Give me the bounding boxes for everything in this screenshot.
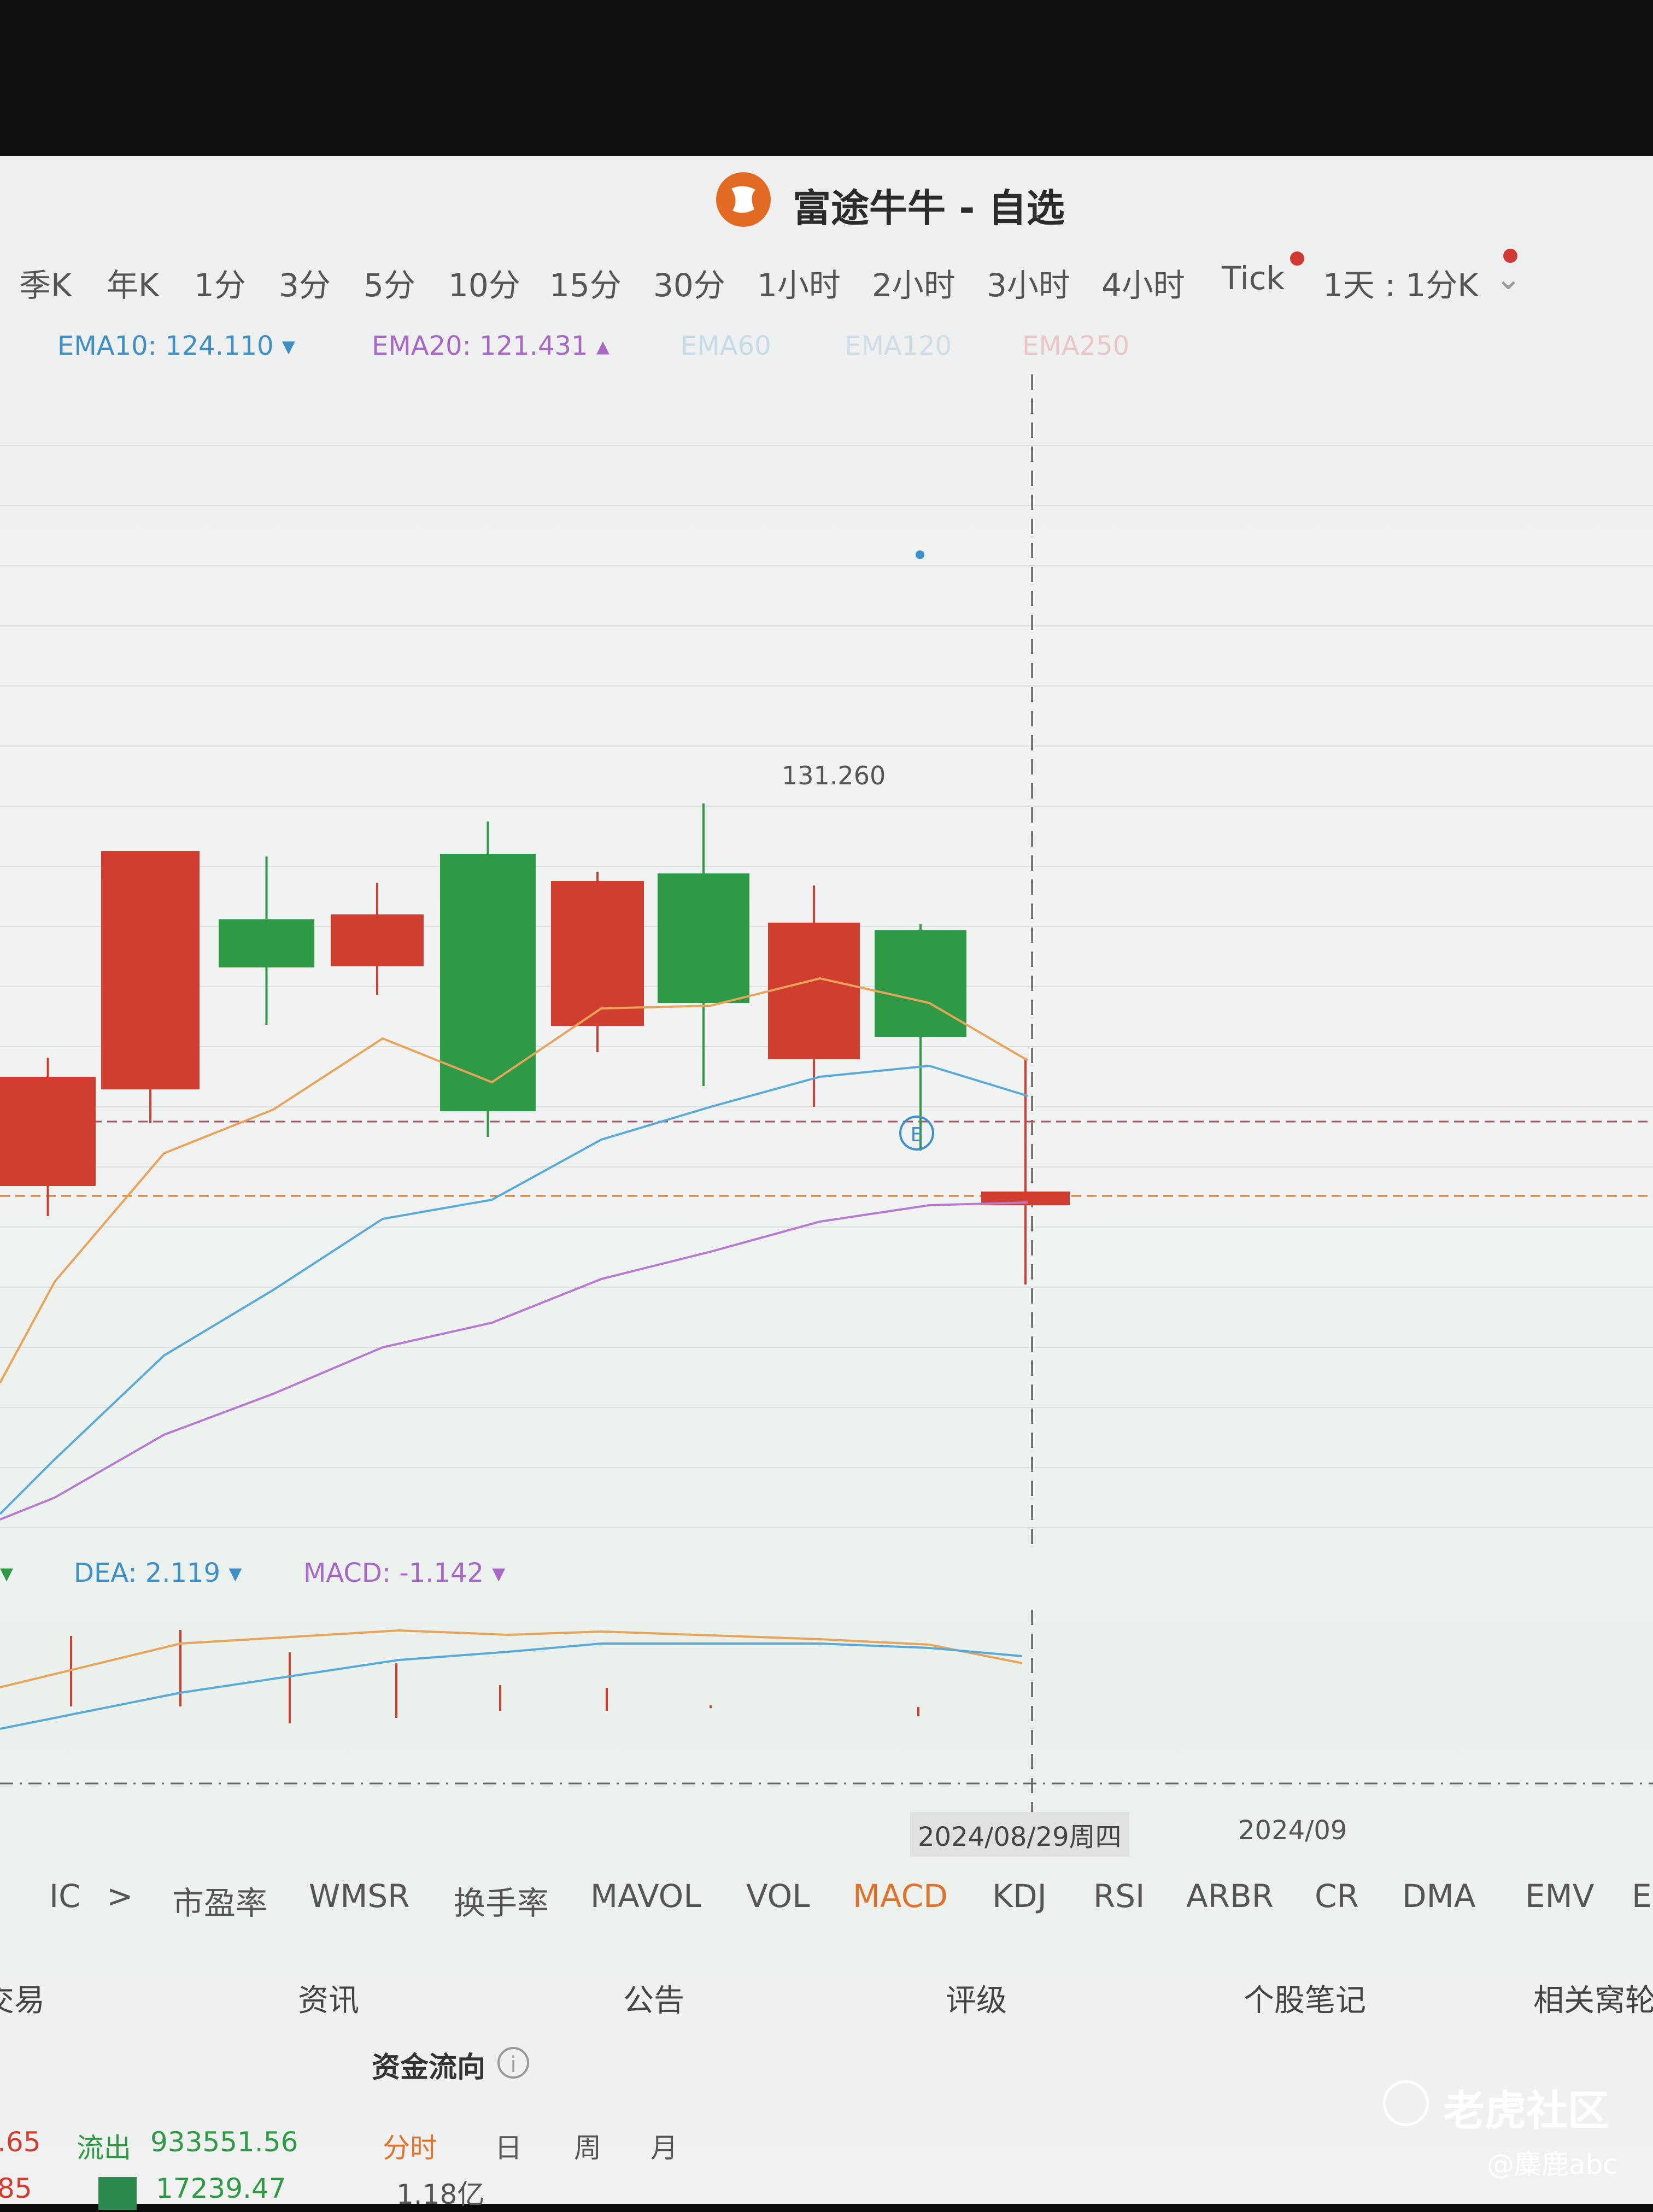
flow-tab-month[interactable]: 月 <box>650 2126 678 2166</box>
ema60-label[interactable]: EMA60 <box>681 331 771 361</box>
ema120-label[interactable]: EMA120 <box>845 331 952 361</box>
flow-tab-intraday[interactable]: 分时 <box>383 2126 437 2166</box>
period-1min[interactable]: 1分 <box>194 260 246 306</box>
tick-notification-dot <box>1290 251 1304 266</box>
candle-body <box>551 881 644 1026</box>
inflow-value-partial: .65 <box>0 2126 41 2158</box>
event-marker-label: E <box>911 1124 923 1146</box>
tab-arbr[interactable]: ARBR <box>1186 1877 1274 1915</box>
indicator-tabs: IC > 市盈率 WMSR 换手率 MAVOL VOL MACD KDJ RSI… <box>0 1877 1653 1927</box>
capital-flow-title: 资金流向 <box>372 2051 486 2084</box>
candle-body <box>658 873 749 1003</box>
macd-chart[interactable] <box>0 1610 1653 1812</box>
dif-line <box>0 1629 1023 1688</box>
tab-mavol[interactable]: MAVOL <box>590 1877 701 1915</box>
period-3min[interactable]: 3分 <box>279 260 331 306</box>
axis-month-label: 2024/09 <box>1238 1815 1347 1846</box>
tab-news[interactable]: 资讯 <box>298 1976 359 2020</box>
tab-turnover[interactable]: 换手率 <box>454 1877 549 1923</box>
window-title: 富途牛牛 - 自选 <box>793 186 1065 231</box>
info-icon[interactable]: i <box>497 2047 529 2079</box>
tab-kdj[interactable]: KDJ <box>992 1877 1047 1915</box>
period-10min[interactable]: 10分 <box>448 260 520 306</box>
period-15min[interactable]: 15分 <box>549 260 622 306</box>
tab-ratings[interactable]: 评级 <box>946 1976 1007 2020</box>
tab-cr[interactable]: CR <box>1315 1877 1359 1915</box>
monitor-bezel <box>0 0 1653 159</box>
tab-ic[interactable]: IC <box>49 1877 81 1915</box>
app-window: 富途牛牛 - 自选 季K 年K 1分 3分 5分 10分 15分 30分 1小时… <box>0 156 1653 2210</box>
period-tick[interactable]: Tick <box>1222 260 1285 297</box>
row2-amount: 1.18亿 <box>396 2179 485 2210</box>
flow-tab-day[interactable]: 日 <box>495 2126 522 2166</box>
macd-legend: ▾ DEA: 2.119 ▾ MACD: -1.142 ▾ <box>0 1558 1653 1601</box>
ema-legend: EMA10: 124.110 ▾ EMA20: 121.431 ▴ EMA60 … <box>0 331 1653 374</box>
period-1hour[interactable]: 1小时 <box>757 260 841 306</box>
flow-tab-week[interactable]: 周 <box>574 2126 601 2166</box>
period-quarter-k[interactable]: 季K <box>19 260 72 306</box>
crosshair-date-label: 2024/08/29周四 <box>910 1812 1129 1857</box>
chevron-down-icon[interactable]: ⌄ <box>1495 260 1522 297</box>
tab-wmsr[interactable]: WMSR <box>309 1877 410 1915</box>
watermark-user: @麋鹿abc <box>1487 2149 1618 2180</box>
ema10-value[interactable]: EMA10: 124.110 ▾ <box>57 331 295 361</box>
chevron-right-icon[interactable]: > <box>107 1877 133 1915</box>
period-2hour[interactable]: 2小时 <box>872 260 956 306</box>
tab-rsi[interactable]: RSI <box>1093 1877 1145 1915</box>
high-price-label: 131.260 <box>782 761 886 790</box>
watermark: 老虎社区 @麋鹿abc <box>1383 2077 1640 2186</box>
watermark-text: 老虎社区 <box>1443 2086 1609 2135</box>
tab-announcements[interactable]: 公告 <box>623 1976 684 2020</box>
title-bar: 富途牛牛 - 自选 <box>0 156 1653 243</box>
tab-emv[interactable]: EMV <box>1525 1877 1594 1915</box>
period-year-k[interactable]: 年K <box>107 260 159 306</box>
ema250-label[interactable]: EMA250 <box>1022 331 1129 361</box>
futu-logo-icon <box>716 172 771 227</box>
macd-value[interactable]: MACD: -1.142 ▾ <box>303 1558 505 1588</box>
period-5min[interactable]: 5分 <box>364 260 415 306</box>
candlestick-chart[interactable]: 131.260 E <box>0 374 1653 1550</box>
dea-value[interactable]: DEA: 2.119 ▾ <box>74 1558 242 1588</box>
dif-arrow-icon: ▾ <box>0 1558 14 1588</box>
candles <box>0 803 1070 1284</box>
dropdown-notification-dot <box>1503 249 1517 263</box>
candle-body <box>219 919 314 967</box>
tab-e-partial[interactable]: E <box>1632 1877 1652 1915</box>
outflow-legend-swatch <box>98 2177 137 2210</box>
tab-dma[interactable]: DMA <box>1402 1877 1475 1915</box>
tab-macd[interactable]: MACD <box>853 1877 948 1915</box>
candle-body <box>768 923 860 1059</box>
candle-body <box>875 930 966 1037</box>
ema20-value[interactable]: EMA20: 121.431 ▴ <box>372 331 609 361</box>
outflow-value: 933551.56 <box>150 2126 298 2158</box>
candle-body <box>331 914 424 966</box>
outflow-label: 流出 <box>77 2132 131 2164</box>
row2-value: 17239.47 <box>156 2173 286 2204</box>
marker-dot <box>916 550 924 559</box>
period-4hour[interactable]: 4小时 <box>1101 260 1185 306</box>
bottom-tabs: 交易 资讯 公告 评级 个股笔记 相关窝轮 <box>0 1976 1653 2025</box>
dea-line <box>0 1642 1023 1730</box>
tab-related-warrants[interactable]: 相关窝轮 <box>1533 1976 1653 2020</box>
candle-body <box>440 854 536 1111</box>
tiger-logo-icon <box>1383 2080 1429 2126</box>
tab-stock-notes[interactable]: 个股笔记 <box>1244 1976 1366 2020</box>
tab-vol[interactable]: VOL <box>746 1877 810 1915</box>
tab-pe-ratio[interactable]: 市盈率 <box>172 1877 267 1923</box>
candle-body <box>0 1077 96 1186</box>
period-daily-dropdown[interactable]: 1天 : 1分K <box>1323 260 1478 306</box>
row2-left-partial: 85 <box>0 2173 32 2204</box>
period-toolbar: 季K 年K 1分 3分 5分 10分 15分 30分 1小时 2小时 3小时 4… <box>0 249 1653 309</box>
tab-trade[interactable]: 交易 <box>0 1976 45 2020</box>
period-30min[interactable]: 30分 <box>653 260 725 306</box>
ema20-line <box>0 1201 1028 1521</box>
candle-body <box>101 851 200 1089</box>
ema10-line <box>0 1064 1028 1515</box>
period-3hour[interactable]: 3小时 <box>987 260 1070 306</box>
